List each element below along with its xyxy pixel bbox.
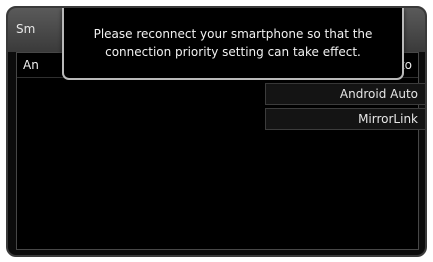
settings-panel: An to Android Auto MirrorLink (16, 52, 425, 250)
screen-title: Sm (16, 22, 36, 36)
option-android-auto[interactable]: Android Auto (265, 83, 425, 105)
connection-priority-label: An (23, 58, 39, 72)
head-unit-screen: Sm An to Android Auto MirrorLink Please … (6, 6, 427, 257)
priority-options-list: Android Auto MirrorLink (265, 83, 425, 133)
option-mirrorlink[interactable]: MirrorLink (265, 108, 425, 130)
reconnect-notification-popup: Please reconnect your smartphone so that… (62, 8, 404, 80)
popup-message: Please reconnect your smartphone so that… (93, 27, 373, 59)
